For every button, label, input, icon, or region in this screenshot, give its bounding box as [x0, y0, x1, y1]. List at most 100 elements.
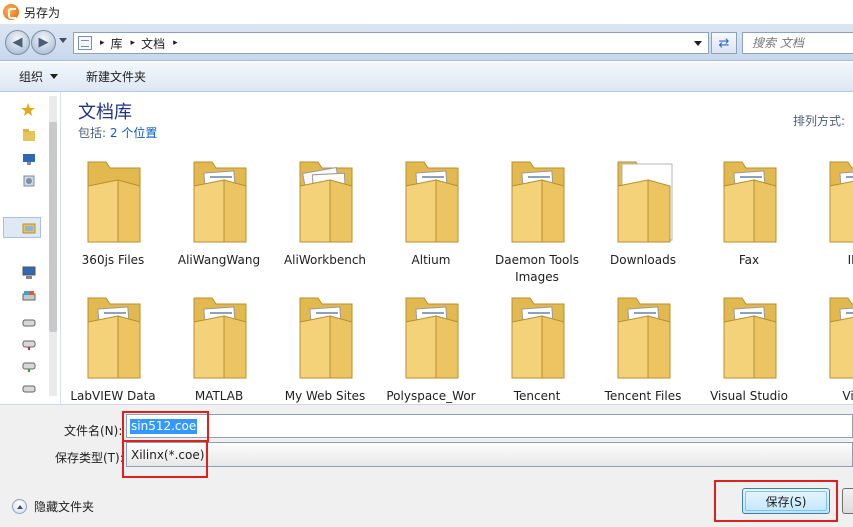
library-includes: 包括: 2 个位置: [78, 124, 157, 141]
organize-label: 组织: [19, 70, 44, 84]
filename-field[interactable]: sin512.coe: [126, 414, 853, 438]
cancel-button[interactable]: [842, 488, 853, 514]
search-input[interactable]: [743, 36, 853, 50]
folder-item[interactable]: Tencent Files: [590, 286, 696, 404]
library-title: 文档库: [78, 102, 132, 123]
chevron-right-icon[interactable]: ▸: [173, 38, 178, 48]
folder-label: Visual Studio: [710, 389, 788, 403]
folder-label: AliWangWang: [177, 253, 261, 267]
folder-icon: [87, 161, 141, 243]
chevron-right-icon[interactable]: ▸: [131, 38, 136, 48]
filetype-label: 保存类型(T):: [55, 451, 124, 465]
drive-icon[interactable]: [22, 290, 36, 304]
drive-icon[interactable]: [22, 382, 36, 396]
includes-prefix: 包括:: [78, 126, 107, 140]
folder-label: 360js Files: [81, 253, 145, 267]
folder-icon: [299, 297, 353, 379]
folder-item[interactable]: IIS: [802, 150, 853, 280]
favorites-star-icon[interactable]: ★: [20, 102, 38, 120]
folder-item[interactable]: Downloads: [590, 150, 696, 280]
folder-item[interactable]: MATLAB: [166, 286, 272, 404]
hide-folders-label: 隐藏文件夹: [34, 500, 95, 514]
window-title: 另存为: [24, 5, 61, 20]
folder-icon: [405, 297, 459, 379]
save-panel: 文件名(N): sin512.coe 保存类型(T): Xilinx(*.coe…: [0, 404, 853, 527]
highlight-box: [122, 411, 209, 442]
sidebar-scrollbar-thumb[interactable]: [49, 122, 57, 332]
folder-label: Tencent Files: [604, 389, 682, 403]
folder-label: Fax: [738, 253, 760, 267]
refresh-icon: ⇄: [718, 35, 730, 51]
save-button[interactable]: 保存(S): [742, 488, 830, 514]
desktop-icon[interactable]: [22, 152, 36, 166]
new-folder-label: 新建文件夹: [86, 70, 147, 84]
file-list-pane: 文档库 包括: 2 个位置 排列方式: 360js Files AliWangWa…: [62, 92, 853, 404]
folder-icon: [829, 297, 853, 379]
hide-folders-toggle[interactable]: 隐藏文件夹: [12, 498, 94, 515]
includes-locations-link[interactable]: 2 个位置: [110, 126, 157, 140]
folder-item[interactable]: LabVIEW Data: [62, 286, 166, 404]
arrow-right-icon: ▶: [38, 35, 49, 50]
folder-item[interactable]: Tencent: [484, 286, 590, 404]
forward-button[interactable]: ▶: [31, 30, 56, 55]
chevron-up-icon: [12, 499, 27, 514]
folder-icon: [87, 297, 141, 379]
folder-icon: [511, 297, 565, 379]
folder-label: Downloads: [610, 253, 676, 267]
address-dropdown-button[interactable]: [694, 41, 702, 46]
folder-icon: [299, 161, 353, 243]
network-drive-icon[interactable]: [22, 338, 36, 352]
navigation-bar: ◀ ▶ ▸ 库 ▸ 文档 ▸ ⇄: [0, 24, 853, 61]
folder-item[interactable]: 360js Files: [62, 150, 166, 280]
navigation-pane: ★: [0, 92, 61, 404]
filetype-select[interactable]: Xilinx(*.coe): [126, 442, 853, 467]
folder-label: IIS: [847, 253, 853, 267]
recent-locations-dropdown[interactable]: [59, 38, 67, 43]
breadcrumb-documents[interactable]: 文档: [141, 35, 165, 52]
command-toolbar: 组织 新建文件夹: [0, 62, 853, 92]
folder-label: MATLAB: [194, 389, 244, 403]
new-folder-button[interactable]: 新建文件夹: [86, 68, 146, 85]
search-box[interactable]: [742, 32, 853, 54]
folder-icon: [723, 297, 777, 379]
folder-icon: [617, 297, 671, 379]
folder-item[interactable]: AliWorkbench: [272, 150, 378, 280]
folder-item[interactable]: Daemon Tools Images: [484, 150, 590, 284]
folder-label: Daemon Tools Images: [495, 253, 579, 284]
recent-places-icon[interactable]: [22, 174, 36, 188]
chevron-down-icon: [50, 74, 59, 79]
folder-item[interactable]: AliWangWang: [166, 150, 272, 280]
drive-icon[interactable]: [22, 316, 36, 330]
breadcrumb-libraries[interactable]: 库: [111, 35, 123, 52]
libraries-icon: [22, 223, 36, 234]
folder-icon: [193, 297, 247, 379]
folder-icon: [617, 161, 673, 243]
folder-item[interactable]: My Web Sites: [272, 286, 378, 404]
folder-icon: [193, 161, 247, 243]
back-button[interactable]: ◀: [5, 30, 30, 55]
highlight-box: [122, 440, 208, 478]
chevron-right-icon[interactable]: ▸: [100, 38, 105, 48]
network-drive-icon[interactable]: [22, 360, 36, 374]
folder-item[interactable]: Fax: [696, 150, 802, 280]
refresh-button[interactable]: ⇄: [711, 32, 737, 54]
arrow-left-icon: ◀: [12, 35, 23, 50]
folder-item[interactable]: Visual Studio: [696, 286, 802, 404]
arrange-by-label[interactable]: 排列方式:: [793, 112, 845, 129]
folder-label: Polyspace_Wor: [386, 389, 476, 403]
folder-item[interactable]: Visu: [802, 286, 853, 404]
folder-label: Visu: [842, 389, 853, 403]
folder-icon: [511, 161, 565, 243]
app-logo-icon: [3, 4, 19, 20]
folder-icon[interactable]: [22, 128, 36, 142]
organize-menu[interactable]: 组织: [19, 68, 59, 85]
folder-label: Tencent: [513, 389, 561, 403]
folder-icon: [829, 161, 853, 243]
folder-item[interactable]: Altium: [378, 150, 484, 280]
address-bar[interactable]: ▸ 库 ▸ 文档 ▸: [73, 32, 709, 54]
folder-label: Altium: [411, 253, 451, 267]
library-icon: [78, 36, 92, 50]
computer-icon[interactable]: [22, 266, 36, 280]
folder-item[interactable]: Polyspace_Wor: [378, 286, 484, 404]
folder-label: My Web Sites: [284, 389, 366, 403]
